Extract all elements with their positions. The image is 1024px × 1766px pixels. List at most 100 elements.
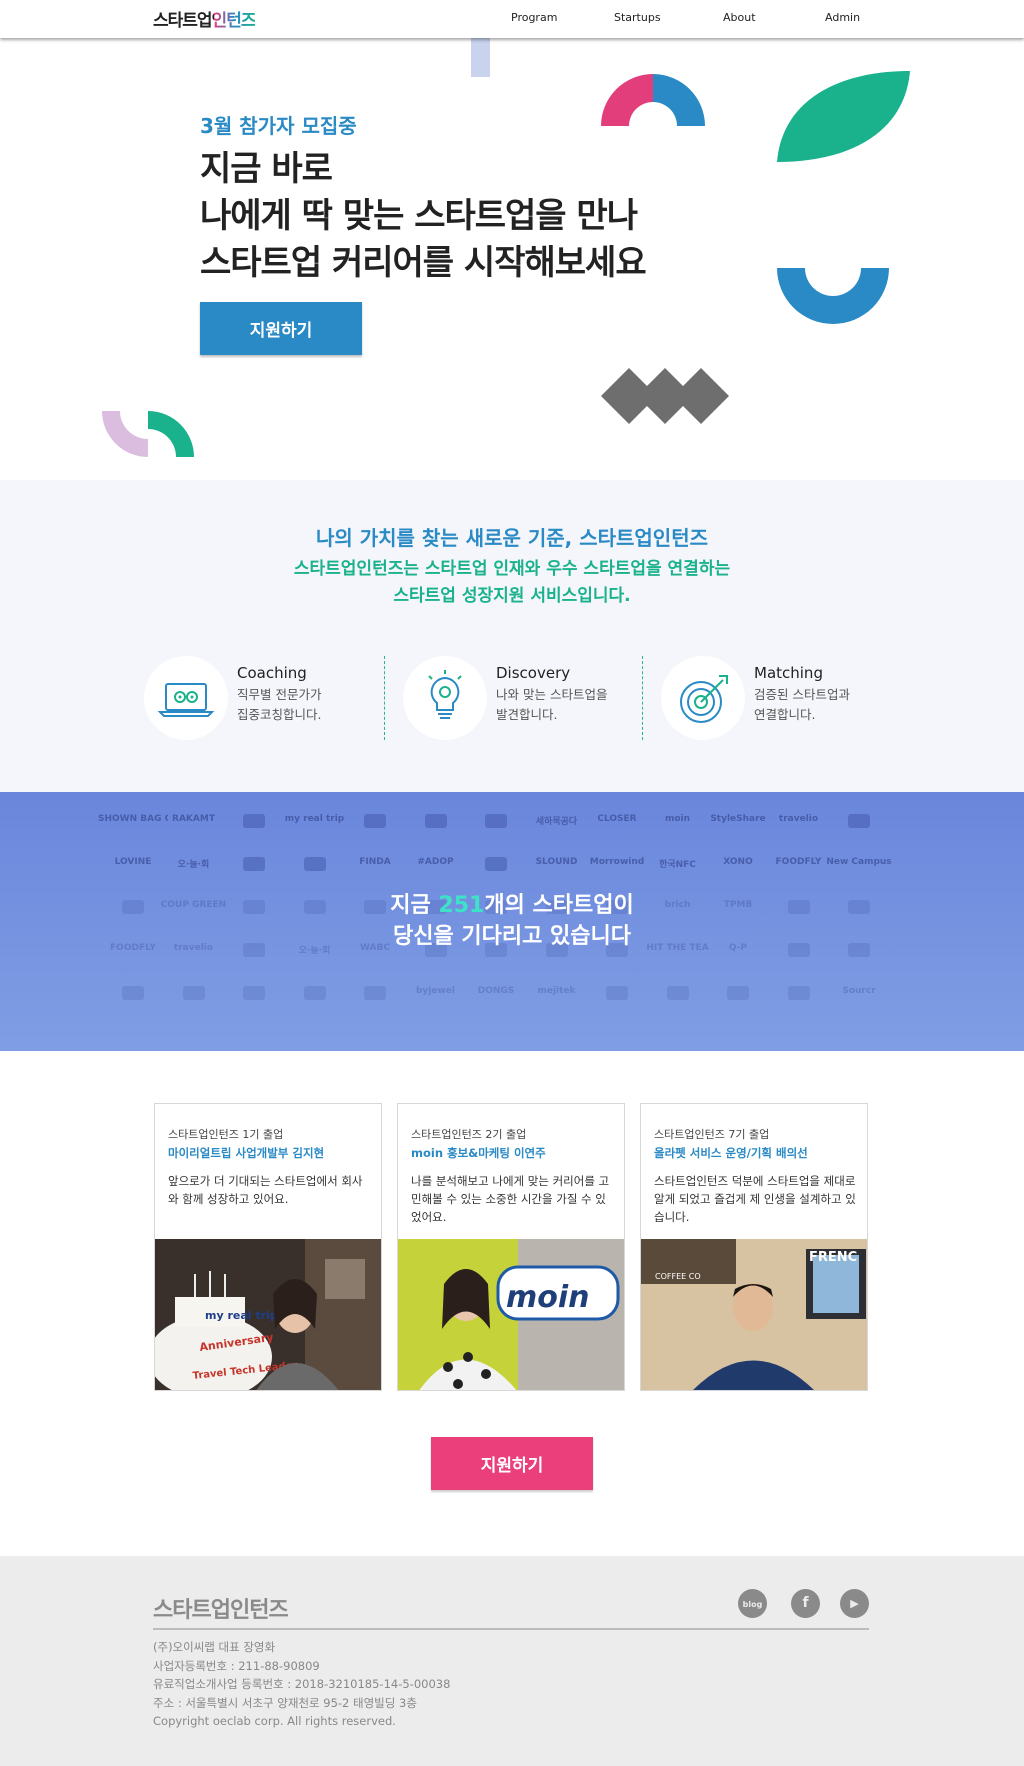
startup-logo-mark: [485, 814, 507, 828]
startup-logo: [280, 986, 350, 1003]
feature-matching: Matching 검증된 스타트업과 연결합니다.: [661, 656, 881, 740]
nav-admin[interactable]: Admin: [825, 11, 860, 24]
feature-desc-line: 연결합니다.: [754, 707, 816, 722]
startup-logo: FINDA: [359, 857, 391, 867]
startup-logo: [219, 814, 289, 831]
startup-logo-mark: [727, 986, 749, 1000]
testimonial-quote: 나를 분석해보고 나에게 맞는 커리어를 고민해볼 수 있는 소중한 시간을 가…: [411, 1174, 610, 1224]
feature-name: Coaching: [237, 664, 307, 682]
testimonial-quote: 스타트업인턴즈 덕분에 스타트업을 제대로 알게 되었고 즐겁게 제 인생을 설…: [654, 1174, 856, 1224]
startup-logo: [401, 814, 471, 831]
startup-logo: [643, 986, 713, 1003]
nav-about[interactable]: About: [723, 11, 756, 24]
startup-logo: New Campus: [826, 857, 892, 867]
youtube-icon[interactable]: ▶: [840, 1589, 869, 1618]
startup-logo-mark: [303, 857, 326, 871]
footer-company-info: (주)오이씨랩 대표 장영화 사업자등록번호 : 211-88-90809 유료…: [153, 1638, 450, 1731]
hero-section: 3월 참가자 모집중 지금 바로 나에게 딱 맞는 스타트업을 만나 스타트업 …: [0, 38, 1024, 480]
facebook-icon[interactable]: f: [791, 1589, 820, 1618]
testimonial-photo: my real trip Anniversary Travel Tech Lea…: [155, 1239, 381, 1390]
feature-icon-circle: [403, 656, 487, 740]
banner-headline: 지금 251개의 스타트업이 당신을 기다리고 있습니다: [0, 890, 1024, 952]
testimonial-cohort: 스타트업인턴즈 7기 출업: [654, 1128, 770, 1141]
lavender-green-arcs-shape: [102, 411, 194, 457]
startup-logo: RAKAMT: [172, 814, 215, 824]
startup-logo: [98, 986, 168, 1003]
pink-blue-arch-shape: [601, 74, 705, 126]
svg-text:COFFEE CO: COFFEE CO: [655, 1272, 701, 1281]
startup-logo: CLOSER: [597, 814, 637, 824]
startup-logo: Morrowind: [589, 857, 645, 867]
apply-button[interactable]: 지원하기: [200, 302, 362, 355]
startup-logo-mark: [424, 814, 447, 828]
blue-bowl-shape: [777, 268, 889, 324]
testimonial-card[interactable]: 스타트업인턴즈 1기 출업 마이리얼트립 사업개발부 김지현 앞으로가 더 기대…: [154, 1103, 382, 1391]
startup-logo-mark: [122, 986, 144, 1000]
testimonial-quote: 앞으로가 더 기대되는 스타트업에서 회사와 함께 성장하고 있어요.: [168, 1174, 363, 1206]
hero-kicker: 3월 참가자 모집중: [200, 114, 357, 138]
svg-text:moin: moin: [506, 1280, 590, 1315]
feature-divider: [384, 656, 385, 740]
startup-logo: [703, 986, 773, 1003]
startup-logo: #ADOP: [417, 857, 454, 867]
startup-logo: 한국NFC: [659, 860, 696, 870]
startup-logo-mark: [303, 986, 326, 1000]
startup-logo: [582, 986, 652, 1003]
youtube-icon-glyph: ▶: [850, 1597, 859, 1610]
testimonial-person: moin 홍보&마케팅 이연주: [411, 1146, 546, 1160]
target-arrow-icon: [680, 675, 728, 723]
footer-logo[interactable]: 스타트업인턴즈: [153, 1592, 289, 1624]
startup-logo: [340, 814, 410, 831]
footer-info-line: (주)오이씨랩 대표 장영화: [153, 1640, 276, 1654]
startup-logo: SLOUND: [535, 857, 578, 867]
feature-divider: [642, 656, 643, 740]
footer: 스타트업인턴즈 blog f ▶ (주)오이씨랩 대표 장영화 사업자등록번호 …: [0, 1556, 1024, 1766]
startup-logo: [461, 814, 531, 831]
startup-logo-mark: [243, 814, 265, 828]
testimonial-card[interactable]: 스타트업인턴즈 2기 출업 moin 홍보&마케팅 이연주 나를 분석해보고 나…: [397, 1103, 625, 1391]
startup-logo: FOODFLY: [775, 857, 822, 867]
startup-logo-mark: [243, 986, 265, 1000]
feature-desc-line: 집중코칭합니다.: [237, 707, 322, 722]
startup-logo-mark: [848, 814, 870, 828]
about-title: 나의 가치를 찾는 새로운 기준, 스타트업인턴즈: [315, 526, 708, 550]
startup-logo-mark: [243, 857, 265, 871]
startup-logo: SHOWN BAG COFFEE: [98, 814, 168, 824]
footer-divider: [153, 1628, 869, 1630]
laptop-gears-icon: [157, 683, 215, 717]
feature-icon-circle: [144, 656, 228, 740]
testimonial-photo: moin: [398, 1239, 624, 1390]
nav-startups[interactable]: Startups: [614, 11, 661, 24]
about-subtitle-line: 스타트업 성장지원 서비스입니다.: [393, 586, 631, 606]
testimonial-cohort: 스타트업인턴즈 2기 출업: [411, 1128, 527, 1141]
startup-logo: Sourcr: [842, 986, 876, 996]
svg-text:my real trip: my real trip: [205, 1309, 278, 1322]
startup-logo: [764, 986, 834, 1003]
testimonial-cohort: 스타트업인턴즈 1기 출업: [168, 1128, 284, 1141]
blog-icon[interactable]: blog: [738, 1589, 767, 1618]
feature-desc-line: 발견합니다.: [496, 707, 558, 722]
footer-info-line: 주소 : 서울특별시 서초구 양재천로 95-2 태영빌딩 3층: [153, 1695, 417, 1710]
startup-logo: [824, 814, 894, 831]
footer-info-line: 유료직업소개사업 등록번호 : 2018-3210185-14-5-00038: [153, 1677, 451, 1691]
startup-logo-mark: [364, 986, 386, 1000]
startup-logo-mark: [364, 814, 386, 828]
feature-desc: 나와 맞는 스타트업을 발견합니다.: [496, 685, 626, 725]
site-logo-text: 스타트업인턴즈: [153, 6, 256, 31]
apply-button-bottom[interactable]: 지원하기: [431, 1437, 593, 1490]
startup-logo: [219, 986, 289, 1003]
about-subtitle: 스타트업인턴즈는 스타트업 인재와 우수 스타트업을 연결하는 스타트업 성장지…: [0, 556, 1024, 610]
top-nav: 스타트업인턴즈 Program Startups About Admin: [0, 0, 1024, 38]
feature-discovery: Discovery 나와 맞는 스타트업을 발견합니다.: [403, 656, 623, 740]
testimonial-card[interactable]: 스타트업인턴즈 7기 출업 올라펫 서비스 운영/기획 배의선 스타트업인턴즈 …: [640, 1103, 868, 1391]
about-subtitle-line: 스타트업인턴즈는 스타트업 인재와 우수 스타트업을 연결하는: [293, 559, 731, 579]
startup-logo: [219, 857, 289, 874]
footer-info-line: 사업자등록번호 : 211-88-90809: [153, 1658, 320, 1673]
site-logo[interactable]: 스타트업인턴즈: [153, 6, 256, 31]
banner-line-1-pre: 지금: [390, 893, 439, 918]
startup-logo-mark: [787, 986, 810, 1000]
startup-logo-mark: [666, 986, 689, 1000]
lightbulb-gear-icon: [428, 670, 462, 719]
testimonial-person: 마이리얼트립 사업개발부 김지현: [168, 1146, 325, 1160]
nav-program[interactable]: Program: [511, 11, 557, 24]
